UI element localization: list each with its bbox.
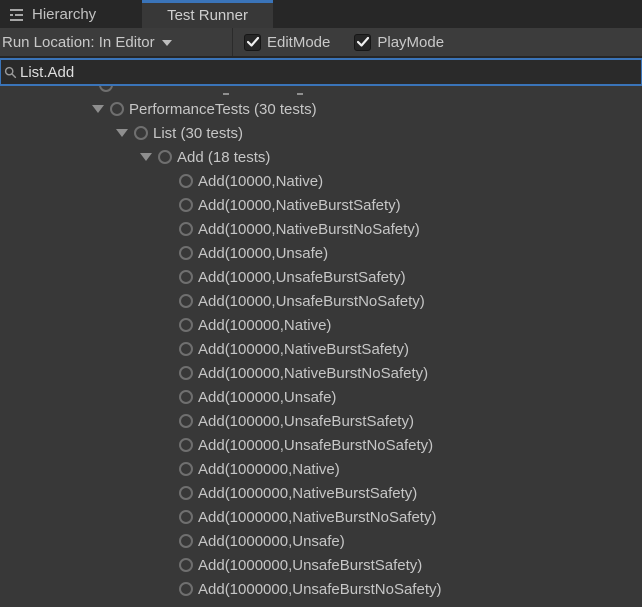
test-status-circle-icon [179, 318, 193, 332]
tree-row[interactable]: Add(1000000,Unsafe) [0, 529, 642, 553]
tree-row[interactable]: Add(10000,UnsafeBurstNoSafety) [0, 289, 642, 313]
tab-test-runner[interactable]: Test Runner [142, 0, 273, 28]
test-status-circle-icon [179, 294, 193, 308]
tree-row[interactable]: Add(10000,NativeBurstSafety) [0, 193, 642, 217]
foldout-open-icon[interactable] [116, 129, 128, 137]
clipped-row [0, 86, 642, 97]
tree-row[interactable]: Add (18 tests) [0, 145, 642, 169]
tree-row[interactable]: Add(1000000,NativeBurstSafety) [0, 481, 642, 505]
tree-row-label: Add(1000000,Native) [198, 461, 340, 478]
run-location-dropdown[interactable]: Run Location: In Editor [0, 28, 233, 56]
tree-row-label: Add(100000,Unsafe) [198, 389, 336, 406]
tree-row[interactable]: Add(100000,NativeBurstSafety) [0, 337, 642, 361]
tree-row[interactable]: Add(100000,Unsafe) [0, 385, 642, 409]
hierarchy-list-icon [9, 6, 25, 22]
tree-row[interactable]: Add(100000,UnsafeBurstSafety) [0, 409, 642, 433]
tree-row-label: Add(1000000,NativeBurstSafety) [198, 485, 417, 502]
search-value: List.Add [20, 64, 74, 81]
tree-row[interactable]: Add(10000,Unsafe) [0, 241, 642, 265]
test-status-circle-icon [179, 342, 193, 356]
tree-row-label: Add(100000,UnsafeBurstSafety) [198, 413, 414, 430]
search-icon [4, 66, 17, 79]
test-status-circle-icon [179, 534, 193, 548]
tree-row[interactable]: Add(1000000,UnsafeBurstSafety) [0, 553, 642, 577]
test-status-circle-icon [110, 102, 124, 116]
tree-row-label: Add(100000,Native) [198, 317, 331, 334]
test-status-circle-icon [179, 462, 193, 476]
tab-hierarchy-label: Hierarchy [32, 6, 96, 23]
tree-row-label: Add(100000,NativeBurstSafety) [198, 341, 409, 358]
tree-row-label: Add(10000,NativeBurstNoSafety) [198, 221, 420, 238]
foldout-open-icon[interactable] [140, 153, 152, 161]
test-status-circle-icon [179, 582, 193, 596]
test-status-circle-icon [158, 150, 172, 164]
foldout-open-icon[interactable] [92, 105, 104, 113]
tree-row-label: List (30 tests) [153, 125, 243, 142]
tree-row-label: Add(1000000,UnsafeBurstSafety) [198, 557, 422, 574]
tree-row-label: Add (18 tests) [177, 149, 270, 166]
test-status-circle-icon [99, 86, 113, 92]
tab-hierarchy[interactable]: Hierarchy [0, 0, 133, 28]
tree-row[interactable]: Add(10000,Native) [0, 169, 642, 193]
test-status-circle-icon [179, 198, 193, 212]
toolbar: Run Location: In Editor EditMode PlayMod… [0, 28, 642, 58]
tree-rows: PerformanceTests (30 tests) List (30 test… [0, 97, 642, 601]
tree-row-label: Add(1000000,Unsafe) [198, 533, 345, 550]
tree-row-label: Add(10000,Unsafe) [198, 245, 328, 262]
test-tree: PerformanceTests (30 tests) List (30 test… [0, 86, 642, 607]
tree-row-label: Add(100000,NativeBurstNoSafety) [198, 365, 428, 382]
test-status-circle-icon [179, 246, 193, 260]
playmode-checkbox[interactable]: PlayMode [354, 34, 444, 51]
editmode-label: EditMode [267, 34, 330, 51]
test-status-circle-icon [179, 366, 193, 380]
run-location-label: Run Location: In Editor [2, 34, 155, 51]
tree-row[interactable]: Add(100000,NativeBurstNoSafety) [0, 361, 642, 385]
test-status-circle-icon [179, 486, 193, 500]
clipped-row-text-remnant [297, 93, 303, 95]
tree-row[interactable]: Add(10000,NativeBurstNoSafety) [0, 217, 642, 241]
tree-row[interactable]: Add(100000,Native) [0, 313, 642, 337]
checkbox-box [244, 34, 261, 51]
test-status-circle-icon [179, 222, 193, 236]
test-runner-window: Hierarchy Test Runner Run Location: In E… [0, 0, 642, 607]
check-icon [357, 37, 369, 47]
chevron-down-icon [162, 40, 172, 46]
check-icon [247, 37, 259, 47]
tab-bar: Hierarchy Test Runner [0, 0, 642, 28]
tree-row-label: PerformanceTests (30 tests) [129, 101, 317, 118]
test-status-circle-icon [179, 558, 193, 572]
tree-row[interactable]: Add(10000,UnsafeBurstSafety) [0, 265, 642, 289]
tree-row[interactable]: Add(1000000,UnsafeBurstNoSafety) [0, 577, 642, 601]
tree-row-label: Add(1000000,UnsafeBurstNoSafety) [198, 581, 441, 598]
tree-row-label: Add(1000000,NativeBurstNoSafety) [198, 509, 436, 526]
tree-row[interactable]: Add(1000000,Native) [0, 457, 642, 481]
tree-row-label: Add(10000,UnsafeBurstNoSafety) [198, 293, 425, 310]
tree-row-label: Add(10000,Native) [198, 173, 323, 190]
tree-row-label: Add(100000,UnsafeBurstNoSafety) [198, 437, 433, 454]
tab-test-runner-label: Test Runner [167, 7, 248, 24]
playmode-label: PlayMode [377, 34, 444, 51]
test-status-circle-icon [179, 174, 193, 188]
test-status-circle-icon [179, 438, 193, 452]
test-status-circle-icon [134, 126, 148, 140]
editmode-checkbox[interactable]: EditMode [244, 34, 330, 51]
test-status-circle-icon [179, 414, 193, 428]
test-status-circle-icon [179, 270, 193, 284]
tree-row[interactable]: Add(100000,UnsafeBurstNoSafety) [0, 433, 642, 457]
tree-row-label: Add(10000,NativeBurstSafety) [198, 197, 401, 214]
test-status-circle-icon [179, 510, 193, 524]
checkbox-box [354, 34, 371, 51]
tree-row-label: Add(10000,UnsafeBurstSafety) [198, 269, 406, 286]
tree-row[interactable]: PerformanceTests (30 tests) [0, 97, 642, 121]
tree-row[interactable]: Add(1000000,NativeBurstNoSafety) [0, 505, 642, 529]
clipped-row-text-remnant [223, 93, 229, 95]
search-input[interactable]: List.Add [0, 58, 642, 86]
test-status-circle-icon [179, 390, 193, 404]
tree-row[interactable]: List (30 tests) [0, 121, 642, 145]
